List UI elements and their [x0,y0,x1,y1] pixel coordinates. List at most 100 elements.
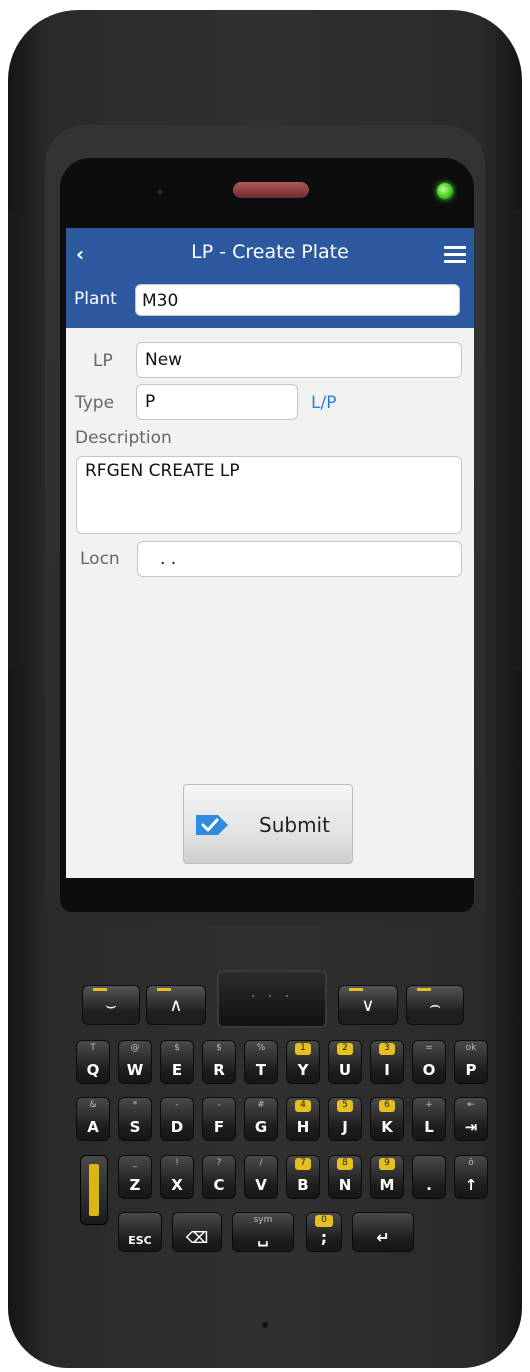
key-f[interactable]: -F [202,1097,236,1141]
type-label: Type [75,393,115,413]
key-main-label: ESC [128,1234,152,1247]
key-sub-label: & [89,1100,97,1110]
key-main-label: D [170,1118,184,1136]
key-c[interactable]: ? C [202,1155,236,1199]
space-key[interactable]: sym ␣ [232,1212,294,1252]
description-textarea[interactable]: RFGEN CREATE LP [76,456,462,534]
status-led [437,183,453,199]
submit-button[interactable]: Submit [183,784,353,864]
key-y[interactable]: 1Y [286,1040,320,1084]
hamburger-menu-icon[interactable] [444,246,466,263]
key-g[interactable]: # G [244,1097,278,1141]
key-sub-label: ! [175,1158,179,1168]
key-main-label: ␣ [257,1228,269,1247]
key-sub-label: ok [465,1043,477,1053]
key-main-label: A [87,1118,99,1136]
end-call-key[interactable]: ⌢ [406,985,464,1025]
key-sub-label: 2 [342,1043,348,1053]
key-i[interactable]: 3I [370,1040,404,1084]
key-r[interactable]: $ R [202,1040,236,1084]
key-main-label: ↵ [376,1228,390,1247]
locn-label: Locn [80,549,120,569]
key-sub-label: 9 [384,1158,390,1168]
key-t[interactable]: % T [244,1040,278,1084]
lp-input[interactable]: New [136,342,462,378]
key-h[interactable]: 4H [286,1097,320,1141]
esc-key[interactable]: ESC [118,1212,162,1252]
key-sub-label: ? [216,1158,222,1168]
key-main-label: N [338,1176,352,1194]
camera-sensor [158,190,162,194]
key-main-label: F [213,1118,225,1136]
key-v[interactable]: / V [244,1155,278,1199]
key-sub-label: 1 [300,1043,306,1053]
key-x[interactable]: ! X [160,1155,194,1199]
key-sub-label: ⇤ [467,1100,475,1110]
key-w[interactable]: @ W [118,1040,152,1084]
key-d[interactable]: -D [160,1097,194,1141]
device-side-button-left [8,210,20,670]
key-main-label: I [384,1061,390,1079]
device-side-button-right [510,210,522,670]
key-n[interactable]: 8N [328,1155,362,1199]
page-title: LP - Create Plate [191,241,349,263]
enter-key[interactable]: ↵ [352,1212,414,1252]
plant-input[interactable]: M30 [135,284,460,316]
key-main-label: E [171,1061,183,1079]
plant-label: Plant [74,289,117,309]
semicolon-key[interactable]: 0; [306,1212,342,1252]
earpiece-speaker [233,182,309,198]
key-main-label: P [465,1061,477,1079]
key-m[interactable]: 9M [370,1155,404,1199]
plant-bar: Plant M30 [66,280,474,328]
key-p[interactable]: ok P [454,1040,488,1084]
key-main-label: U [338,1061,352,1079]
key-sub-label: 5 [342,1100,348,1110]
key-sub-label: = [425,1043,433,1053]
key-main-label: W [126,1061,144,1079]
key-j[interactable]: 5J [328,1097,362,1141]
app-screen: ‹ LP - Create Plate Plant M30 LP New Typ… [66,228,474,878]
key-sub-label: / [259,1158,263,1168]
call-key[interactable]: ⌣ [82,985,140,1025]
key-a[interactable]: & A [76,1097,110,1141]
nav-up-key[interactable]: ∧ [146,985,206,1025]
yellow-function-key[interactable] [80,1155,108,1225]
key-e[interactable]: $ E [160,1040,194,1084]
key-sub-label: T [90,1043,96,1053]
key-q[interactable]: TQ [76,1040,110,1084]
key-sub-label: + [425,1100,433,1110]
key-main-label: X [171,1176,183,1194]
key-k[interactable]: 6K [370,1097,404,1141]
lp-type-link[interactable]: L/P [311,393,336,413]
key-sub-label: * [132,1100,138,1110]
key-l[interactable]: + L [412,1097,446,1141]
key-u[interactable]: 2U [328,1040,362,1084]
checkmark-tag-icon [196,815,228,835]
key-sub-label: _ [132,1158,138,1168]
nav-down-key[interactable]: ∨ [338,985,398,1025]
key-s[interactable]: * S [118,1097,152,1141]
key-sub-label: % [256,1043,266,1053]
key-special-8[interactable]: ô ↑ [454,1155,488,1199]
type-input[interactable]: P [136,384,298,420]
key-b[interactable]: 7B [286,1155,320,1199]
key-main-label: S [129,1118,141,1136]
key-main-label: . [426,1176,432,1194]
key-sub-label: # [257,1100,265,1110]
key-o[interactable]: = O [412,1040,446,1084]
key-main-label: G [254,1118,268,1136]
key-main-label: Q [86,1061,100,1079]
backspace-key[interactable]: ⌫ [172,1212,222,1252]
key-special-9[interactable]: ⇤ ⇥ [454,1097,488,1141]
key-sub-label: ô [468,1158,474,1168]
key-sub-label: @ [130,1043,140,1053]
key-z[interactable]: _ Z [118,1155,152,1199]
nav-center-key[interactable]: · · · [217,970,327,1028]
key-special-7[interactable]: . [412,1155,446,1199]
key-main-label: C [213,1176,225,1194]
key-sub-label: 6 [384,1100,390,1110]
key-main-label: O [422,1061,436,1079]
key-sub-label: 7 [300,1158,306,1168]
locn-input[interactable]: . . [137,541,462,577]
